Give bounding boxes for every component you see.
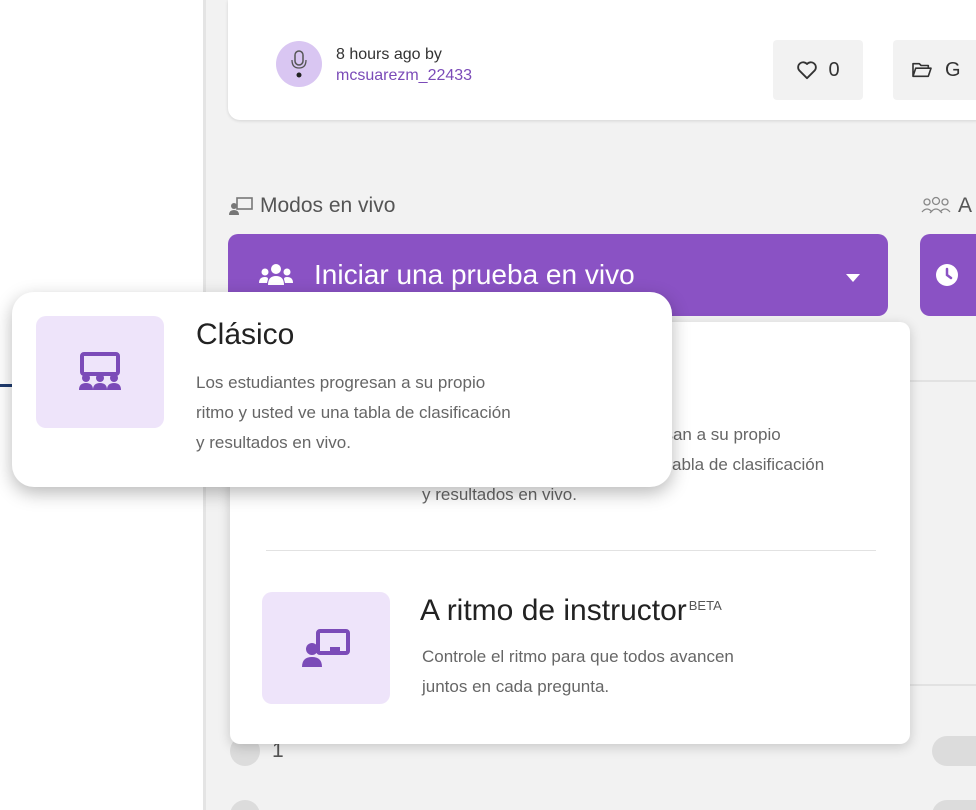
author-time: 8 hours ago by xyxy=(336,46,442,63)
background-divider xyxy=(906,380,976,382)
list-item-marker xyxy=(932,736,976,766)
chevron-down-icon xyxy=(846,274,860,282)
clock-icon xyxy=(936,264,958,286)
menu-divider xyxy=(266,550,876,551)
live-modes-label: Modos en vivo xyxy=(260,194,396,217)
classic-desc-partial-2: abla de clasificación xyxy=(672,455,825,474)
presenter-icon xyxy=(229,197,253,215)
save-button[interactable]: G xyxy=(893,40,976,100)
live-modes-heading: Modos en vivo xyxy=(228,194,395,218)
assign-label: A xyxy=(958,194,973,217)
folder-open-icon xyxy=(912,62,932,78)
presenter-board-icon xyxy=(302,629,350,667)
classic-icon-box xyxy=(36,316,164,428)
classroom-icon xyxy=(79,352,121,390)
instructor-paced-desc-1: Controle el ritmo para que todos avancen xyxy=(422,647,734,666)
like-button[interactable]: 0 xyxy=(773,40,863,100)
author-card: 8 hours ago by mcsuarezm_22433 0 G xyxy=(228,0,976,120)
avatar[interactable] xyxy=(276,41,322,87)
instructor-paced-icon-box xyxy=(262,592,390,704)
like-count: 0 xyxy=(828,58,840,81)
classic-desc-1: Los estudiantes progresan a su propio xyxy=(196,373,486,392)
classic-title: Clásico xyxy=(196,318,295,351)
instructor-paced-title: A ritmo de instructor BETA xyxy=(420,594,722,628)
users-icon xyxy=(259,264,293,285)
microphone-avatar-icon xyxy=(291,50,307,78)
instructor-paced-desc-2: juntos en cada pregunta. xyxy=(422,677,610,696)
start-live-quiz-label: Iniciar una prueba en vivo xyxy=(314,259,635,290)
list-item-marker xyxy=(932,800,976,810)
group-outline-icon xyxy=(921,196,951,214)
assign-homework-button[interactable] xyxy=(920,234,976,316)
classic-mode-callout[interactable]: Clásico Los estudiantes progresan a su p… xyxy=(12,292,672,487)
classic-desc-3: y resultados en vivo. xyxy=(196,433,351,452)
classic-desc-partial-1: esan a su propio xyxy=(655,425,781,444)
classic-desc-2: ritmo y usted ve una tabla de clasificac… xyxy=(196,403,511,422)
author-meta: 8 hours ago by mcsuarezm_22433 xyxy=(336,44,472,86)
heart-icon xyxy=(797,61,818,80)
background-divider xyxy=(906,684,976,686)
save-label: G xyxy=(945,58,961,81)
instructor-paced-title-text: A ritmo de instructor xyxy=(420,594,687,627)
assign-heading: A xyxy=(920,194,972,218)
beta-badge: BETA xyxy=(688,598,722,613)
author-username-link[interactable]: mcsuarezm_22433 xyxy=(336,65,472,86)
